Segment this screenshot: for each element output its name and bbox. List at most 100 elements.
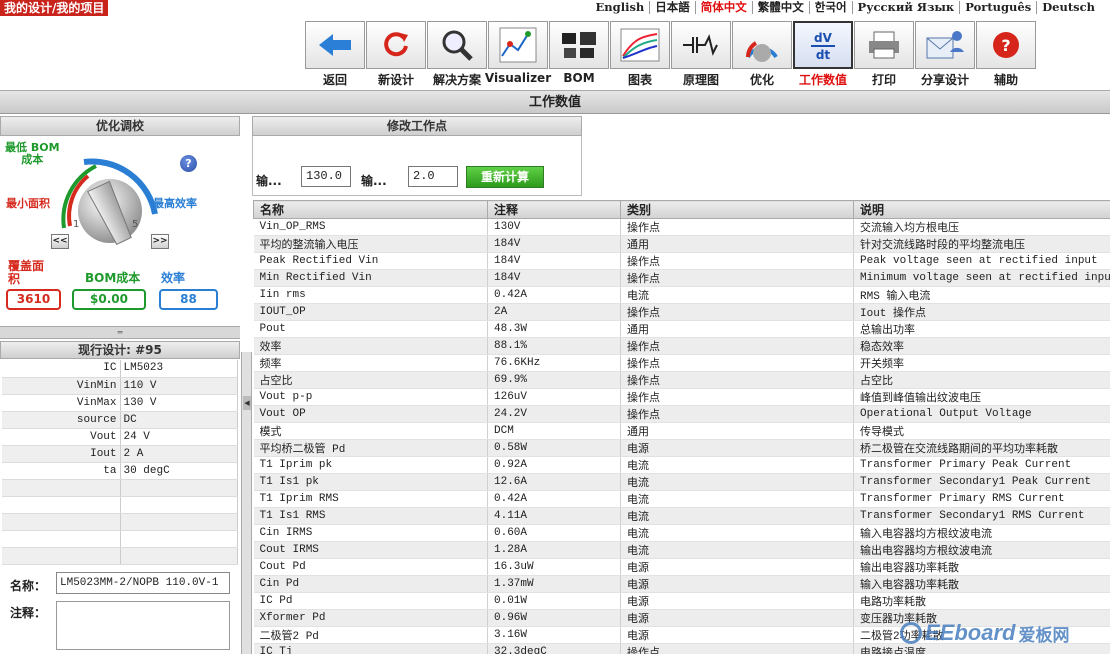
language-option[interactable]: Português	[960, 1, 1038, 14]
param-value	[120, 547, 238, 565]
design-param-row: ta 30 degC	[2, 462, 238, 480]
table-cell: 2A	[487, 303, 621, 321]
table-row[interactable]: Cin Pd 1.37mW 电源 输入电容器功率耗散	[253, 575, 1110, 593]
toolbar-button-1[interactable]: 新设计	[366, 21, 427, 87]
table-row[interactable]: Cin IRMS 0.60A 电流 输入电容器均方根纹波电流	[253, 524, 1110, 542]
current-design-table: IC LM5023 VinMin 110 V VinMax 130 Vsource DC Vo…	[2, 360, 238, 565]
table-row[interactable]: Cout Pd 16.3uW 电源 输出电容器功率耗散	[253, 558, 1110, 576]
table-row[interactable]: 模式 DCM 通用 传导模式	[253, 422, 1110, 440]
iout-input[interactable]: 2.0	[408, 166, 458, 187]
table-cell: 电源	[620, 558, 854, 576]
language-option[interactable]: 日本語	[650, 1, 696, 14]
design-name-label: 名称：	[10, 579, 47, 593]
share-icon[interactable]	[915, 21, 975, 69]
table-cell: 稳态效率	[853, 337, 1110, 355]
table-row[interactable]: T1 Iprim RMS 0.42A 电流 Transformer Primary R…	[253, 490, 1110, 508]
table-cell: Vout OP	[253, 405, 488, 423]
refresh-icon[interactable]	[366, 21, 426, 69]
magnifier-icon[interactable]	[427, 21, 487, 69]
toolbar-button-4[interactable]: BOM	[549, 21, 610, 86]
toolbar-button-5[interactable]: 图表	[610, 21, 671, 87]
table-cell: 总输出功率	[853, 320, 1110, 338]
table-row[interactable]: 频率 76.6KHz 操作点 开关频率	[253, 354, 1110, 372]
design-note-input[interactable]	[56, 601, 230, 650]
language-option[interactable]: Русский Язык	[853, 1, 961, 14]
table-cell: 0.01W	[487, 592, 621, 610]
toolbar-button-8[interactable]: dV dt 工作数值	[793, 21, 854, 87]
schematic-icon[interactable]	[671, 21, 731, 69]
table-row[interactable]: 平均的整流输入电压 184V 通用 针对交流线路时段的平均整流电压	[253, 235, 1110, 253]
visualizer-icon[interactable]	[488, 21, 548, 69]
table-cell: 16.3uW	[487, 558, 621, 576]
table-row[interactable]: 效率 88.1% 操作点 稳态效率	[253, 337, 1110, 355]
table-row[interactable]: Vout OP 24.2V 操作点 Operational Output Voltag…	[253, 405, 1110, 423]
table-cell: 电流	[620, 473, 854, 491]
table-cell: Cout IRMS	[253, 541, 488, 559]
table-cell: 输出电容器功率耗散	[853, 558, 1110, 576]
optimize-panel: 最低 BOM 成本 最小面积 最高效率 1 5 << >> ? 覆盖面 积 BO…	[0, 136, 240, 316]
table-cell: 输出电容器均方根纹波电流	[853, 541, 1110, 559]
table-cell: 电源	[620, 575, 854, 593]
language-option[interactable]: 繁體中文	[753, 1, 810, 14]
toolbar-button-11[interactable]: ? 辅助	[976, 21, 1037, 87]
table-cell: 电流	[620, 524, 854, 542]
help-icon[interactable]: ?	[180, 155, 197, 172]
column-header[interactable]: 类别	[620, 200, 854, 219]
table-cell: 24.2V	[487, 405, 621, 423]
design-param-row: IC LM5023	[2, 360, 238, 378]
knob-icon[interactable]	[732, 21, 792, 69]
language-option[interactable]: English	[591, 1, 651, 14]
table-row[interactable]: T1 Iprim pk 0.92A 电流 Transformer Primary Pe…	[253, 456, 1110, 474]
table-row[interactable]: Cout IRMS 1.28A 电流 输出电容器均方根纹波电流	[253, 541, 1110, 559]
toolbar-button-7[interactable]: 优化	[732, 21, 793, 87]
table-cell: 电流	[620, 286, 854, 304]
table-row[interactable]: Pout 48.3W 通用 总输出功率	[253, 320, 1110, 338]
table-cell: 占空比	[253, 371, 488, 389]
panel-splitter[interactable]: ═	[0, 326, 240, 339]
help-icon[interactable]: ?	[976, 21, 1036, 69]
chart-icon[interactable]	[610, 21, 670, 69]
toolbar-button-9[interactable]: 打印	[854, 21, 915, 87]
design-name-input[interactable]: LM5023MM-2/NOPB 110.0V-1	[56, 572, 230, 594]
chips-icon[interactable]	[549, 21, 609, 69]
breadcrumb[interactable]: 我的设计/我的项目	[0, 0, 109, 16]
vertical-splitter[interactable]: ◀	[241, 352, 252, 654]
language-option[interactable]: Deutsch	[1037, 1, 1100, 14]
dvdt-icon[interactable]: dV dt	[793, 21, 853, 69]
next-design-button[interactable]: >>	[151, 234, 169, 249]
collapse-arrow-icon[interactable]: ◀	[243, 396, 251, 410]
bom-metric-label: BOM成本	[85, 271, 141, 285]
toolbar-button-0[interactable]: 返回	[305, 21, 366, 87]
toolbar-button-6[interactable]: 原理图	[671, 21, 732, 87]
printer-icon[interactable]	[854, 21, 914, 69]
table-row[interactable]: T1 Is1 RMS 4.11A 电流 Transformer Secondary1 …	[253, 507, 1110, 525]
operating-values-table-wrap[interactable]: 名称 注释 类别 说明 Vin_OP_RMS 130V 操作点 交流输入均方根电压 平均的整流…	[253, 200, 1110, 654]
column-header[interactable]: 说明	[853, 200, 1110, 219]
table-row[interactable]: Peak Rectified Vin 184V 操作点 Peak voltage se…	[253, 252, 1110, 270]
recalculate-button[interactable]: 重新计算	[466, 166, 544, 188]
table-row[interactable]: Min Rectified Vin 184V 操作点 Minimum voltage …	[253, 269, 1110, 287]
table-row[interactable]: Iin rms 0.42A 电流 RMS 输入电流	[253, 286, 1110, 304]
table-row[interactable]: 占空比 69.9% 操作点 占空比	[253, 371, 1110, 389]
column-header[interactable]: 注释	[487, 200, 621, 219]
design-param-row	[2, 496, 238, 514]
table-cell: 桥二极管在交流线路期间的平均功率耗散	[853, 439, 1110, 457]
back-arrow-icon[interactable]	[305, 21, 365, 69]
table-row[interactable]: 平均桥二极管 Pd 0.58W 电源 桥二极管在交流线路期间的平均功率耗散	[253, 439, 1110, 457]
table-row[interactable]: IOUT_OP 2A 操作点 Iout 操作点	[253, 303, 1110, 321]
table-cell: 效率	[253, 337, 488, 355]
toolbar-button-10[interactable]: 分享设计	[915, 21, 976, 87]
vin-input[interactable]: 130.0	[301, 166, 351, 187]
table-row[interactable]: IC Pd 0.01W 电源 电路功率耗散	[253, 592, 1110, 610]
toolbar-button-2[interactable]: 解决方案	[427, 21, 488, 87]
language-option[interactable]: 简体中文	[696, 1, 753, 14]
column-header[interactable]: 名称	[253, 200, 488, 219]
table-row[interactable]: T1 Is1 pk 12.6A 电流 Transformer Secondary1 P…	[253, 473, 1110, 491]
table-cell: 电路功率耗散	[853, 592, 1110, 610]
table-cell: 0.58W	[487, 439, 621, 457]
table-row[interactable]: Vin_OP_RMS 130V 操作点 交流输入均方根电压	[253, 218, 1110, 236]
language-option[interactable]: 한국어	[810, 1, 853, 14]
toolbar-button-3[interactable]: Visualizer	[485, 21, 551, 86]
table-row[interactable]: Vout p-p 126uV 操作点 峰值到峰值输出纹波电压	[253, 388, 1110, 406]
prev-design-button[interactable]: <<	[51, 234, 69, 249]
